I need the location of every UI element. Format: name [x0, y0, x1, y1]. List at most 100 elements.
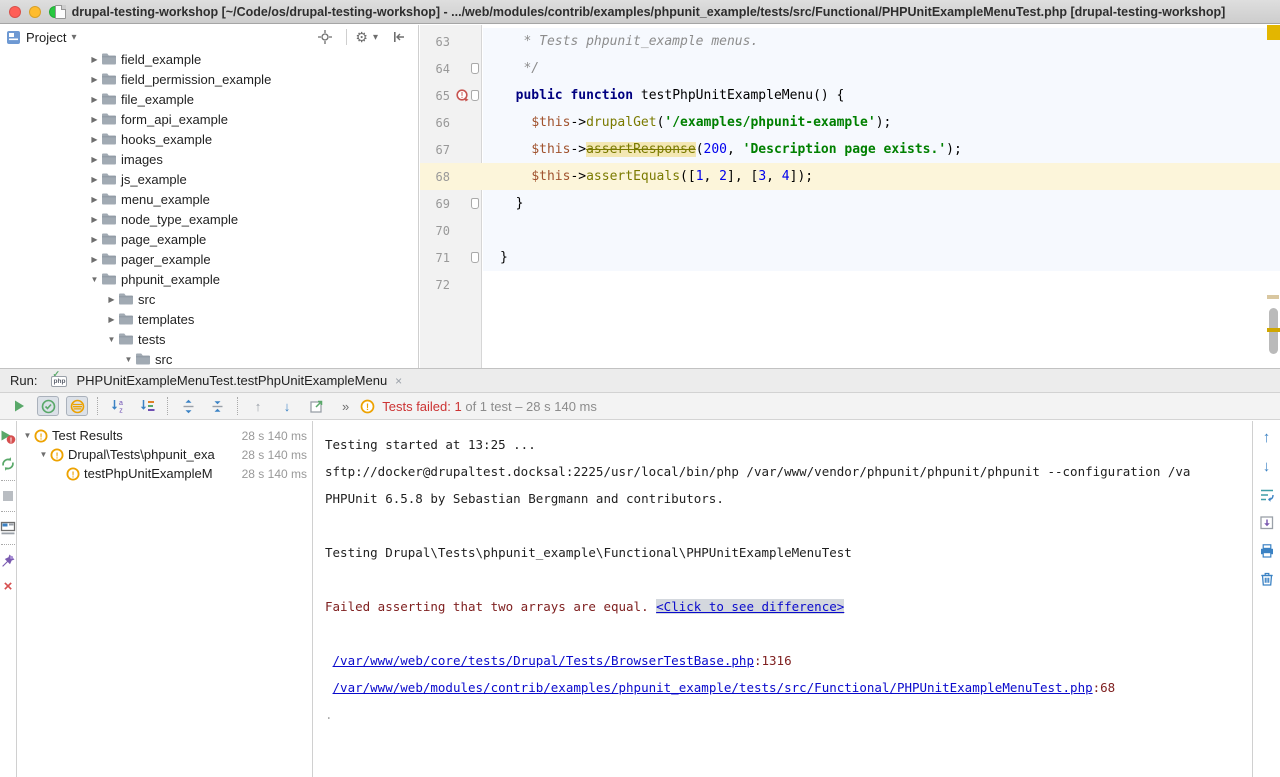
- test-tree-row[interactable]: !testPhpUnitExampleM28 s 140 ms: [17, 464, 312, 483]
- project-tree-item-label: form_api_example: [121, 112, 228, 127]
- code-text[interactable]: */: [483, 55, 1280, 82]
- chevron-right-icon[interactable]: ▶: [88, 215, 101, 224]
- sort-by-duration-icon[interactable]: [136, 396, 158, 416]
- restore-layout-icon[interactable]: [0, 520, 16, 536]
- run-tab-title[interactable]: PHPUnitExampleMenuTest.testPhpUnitExampl…: [76, 373, 387, 388]
- console-line: .: [325, 701, 1252, 728]
- clear-all-icon[interactable]: [1259, 571, 1275, 587]
- minimize-window-icon[interactable]: [29, 6, 41, 18]
- chevron-right-icon[interactable]: ▶: [88, 155, 101, 164]
- project-tree-item[interactable]: ▶ file_example: [0, 89, 418, 109]
- project-tree-item[interactable]: ▶hooks_example: [0, 129, 418, 149]
- close-tab-icon[interactable]: ×: [395, 374, 402, 388]
- project-tree-item[interactable]: ▶page_example: [0, 229, 418, 249]
- expand-all-icon[interactable]: [177, 396, 199, 416]
- line-number: 66: [420, 116, 454, 130]
- project-tree-item[interactable]: ▶node_type_example: [0, 209, 418, 229]
- chevron-right-icon[interactable]: ▶: [88, 255, 101, 264]
- chevron-right-icon[interactable]: ▶: [105, 295, 118, 304]
- rerun-failed-tests-icon[interactable]: !: [0, 429, 16, 445]
- rerun-button[interactable]: [8, 396, 30, 416]
- chevron-right-icon[interactable]: ▶: [88, 55, 101, 64]
- hide-panel-icon[interactable]: [391, 29, 407, 45]
- chevron-right-icon[interactable]: ▶: [88, 235, 101, 244]
- code-text[interactable]: $this->assertEquals([1, 2], [3, 4]);: [483, 163, 1280, 190]
- failed-test-gutter-icon[interactable]: !: [456, 89, 470, 103]
- scroll-to-end-icon[interactable]: [1259, 515, 1275, 531]
- chevron-down-icon[interactable]: ▼: [88, 275, 101, 284]
- editor-line: 64 */: [420, 55, 1280, 82]
- print-icon[interactable]: [1259, 543, 1275, 559]
- project-tree-item[interactable]: ▶ form_api_example: [0, 109, 418, 129]
- toggle-auto-test-icon[interactable]: [0, 456, 16, 472]
- chevron-right-icon[interactable]: ▶: [88, 175, 101, 184]
- code-text[interactable]: public function testPhpUnitExampleMenu()…: [483, 82, 1280, 109]
- show-passed-toggle[interactable]: [37, 396, 59, 416]
- project-tree-item[interactable]: ▶templates: [0, 309, 418, 329]
- chevron-down-icon[interactable]: ▾: [71, 32, 76, 43]
- chevron-right-icon[interactable]: ▶: [105, 315, 118, 324]
- fold-marker-icon[interactable]: [471, 90, 479, 101]
- project-tree-item[interactable]: ▼ phpunit_example: [0, 269, 418, 289]
- chevron-down-icon[interactable]: ▼: [122, 355, 135, 364]
- previous-failed-test-icon[interactable]: ↑: [247, 396, 269, 416]
- console-link[interactable]: /var/www/web/modules/contrib/examples/ph…: [333, 680, 1093, 695]
- project-panel-title[interactable]: Project: [26, 30, 66, 45]
- code-text[interactable]: * Tests phpunit_example menus.: [483, 28, 1280, 55]
- collapse-all-icon[interactable]: [206, 396, 228, 416]
- fold-marker-icon[interactable]: [471, 198, 479, 209]
- code-text[interactable]: }: [483, 244, 1280, 271]
- soft-wrap-icon[interactable]: [1259, 487, 1275, 503]
- chevron-right-icon[interactable]: ▶: [88, 75, 101, 84]
- chevron-down-icon[interactable]: ▼: [21, 431, 34, 440]
- code-text[interactable]: }: [483, 190, 1280, 217]
- console-link[interactable]: /var/www/web/core/tests/Drupal/Tests/Bro…: [333, 653, 754, 668]
- chevron-right-icon[interactable]: ▶: [88, 135, 101, 144]
- code-text[interactable]: $this->drupalGet('/examples/phpunit-exam…: [483, 109, 1280, 136]
- project-tree-item[interactable]: ▶menu_example: [0, 189, 418, 209]
- more-actions-icon[interactable]: »: [342, 399, 349, 414]
- chevron-right-icon[interactable]: ▶: [88, 195, 101, 204]
- settings-gear-icon[interactable]: ⚙▾: [355, 30, 378, 44]
- project-tree-item-label: tests: [138, 332, 165, 347]
- chevron-right-icon[interactable]: ▶: [88, 115, 101, 124]
- show-ignored-toggle[interactable]: [66, 396, 88, 416]
- locate-file-icon[interactable]: [317, 29, 333, 45]
- up-the-stack-trace-icon[interactable]: ↑: [1263, 429, 1271, 446]
- sort-alphabetically-icon[interactable]: az: [107, 396, 129, 416]
- close-window-icon[interactable]: [9, 6, 21, 18]
- line-number: 67: [420, 143, 454, 157]
- project-tree-item[interactable]: ▶pager_example: [0, 249, 418, 269]
- project-tree-item[interactable]: ▼src: [0, 349, 418, 368]
- fold-marker-icon[interactable]: [471, 252, 479, 263]
- chevron-right-icon[interactable]: ▶: [88, 95, 101, 104]
- pin-tab-icon[interactable]: [0, 553, 16, 569]
- folder-icon: [101, 92, 117, 106]
- code-text[interactable]: [483, 271, 1280, 298]
- fold-marker-icon[interactable]: [471, 63, 479, 74]
- console-link[interactable]: <Click to see difference>: [656, 599, 844, 614]
- project-tree-item-label: file_example: [121, 92, 194, 107]
- code-text[interactable]: [483, 217, 1280, 244]
- test-tree-row[interactable]: ▼!Test Results28 s 140 ms: [17, 426, 312, 445]
- project-tree-item-label: phpunit_example: [121, 272, 220, 287]
- chevron-down-icon[interactable]: ▼: [105, 335, 118, 344]
- test-tree-row[interactable]: ▼!Drupal\Tests\phpunit_exa28 s 140 ms: [17, 445, 312, 464]
- project-tree-item[interactable]: ▶ src: [0, 289, 418, 309]
- project-tree-item[interactable]: ▶images: [0, 149, 418, 169]
- project-tree-item[interactable]: ▶js_example: [0, 169, 418, 189]
- next-failed-test-icon[interactable]: ↓: [276, 396, 298, 416]
- test-results-tree: ▼!Test Results28 s 140 ms▼!Drupal\Tests\…: [17, 421, 313, 777]
- code-text[interactable]: $this->assertResponse(200, 'Description …: [483, 136, 1280, 163]
- open-in-editor-icon[interactable]: [305, 396, 327, 416]
- test-tree-label: testPhpUnitExampleM: [84, 466, 242, 481]
- close-panel-icon[interactable]: ×: [4, 580, 13, 594]
- project-tree-item[interactable]: ▶field_example: [0, 49, 418, 69]
- project-tree-item[interactable]: ▼ tests: [0, 329, 418, 349]
- tests-summary-text: of 1 test – 28 s 140 ms: [462, 399, 597, 414]
- project-tree-item-label: src: [138, 292, 155, 307]
- project-tree-item[interactable]: ▶field_permission_example: [0, 69, 418, 89]
- chevron-down-icon[interactable]: ▼: [37, 450, 50, 459]
- down-the-stack-trace-icon[interactable]: ↓: [1263, 458, 1271, 475]
- stop-icon[interactable]: [1, 489, 15, 503]
